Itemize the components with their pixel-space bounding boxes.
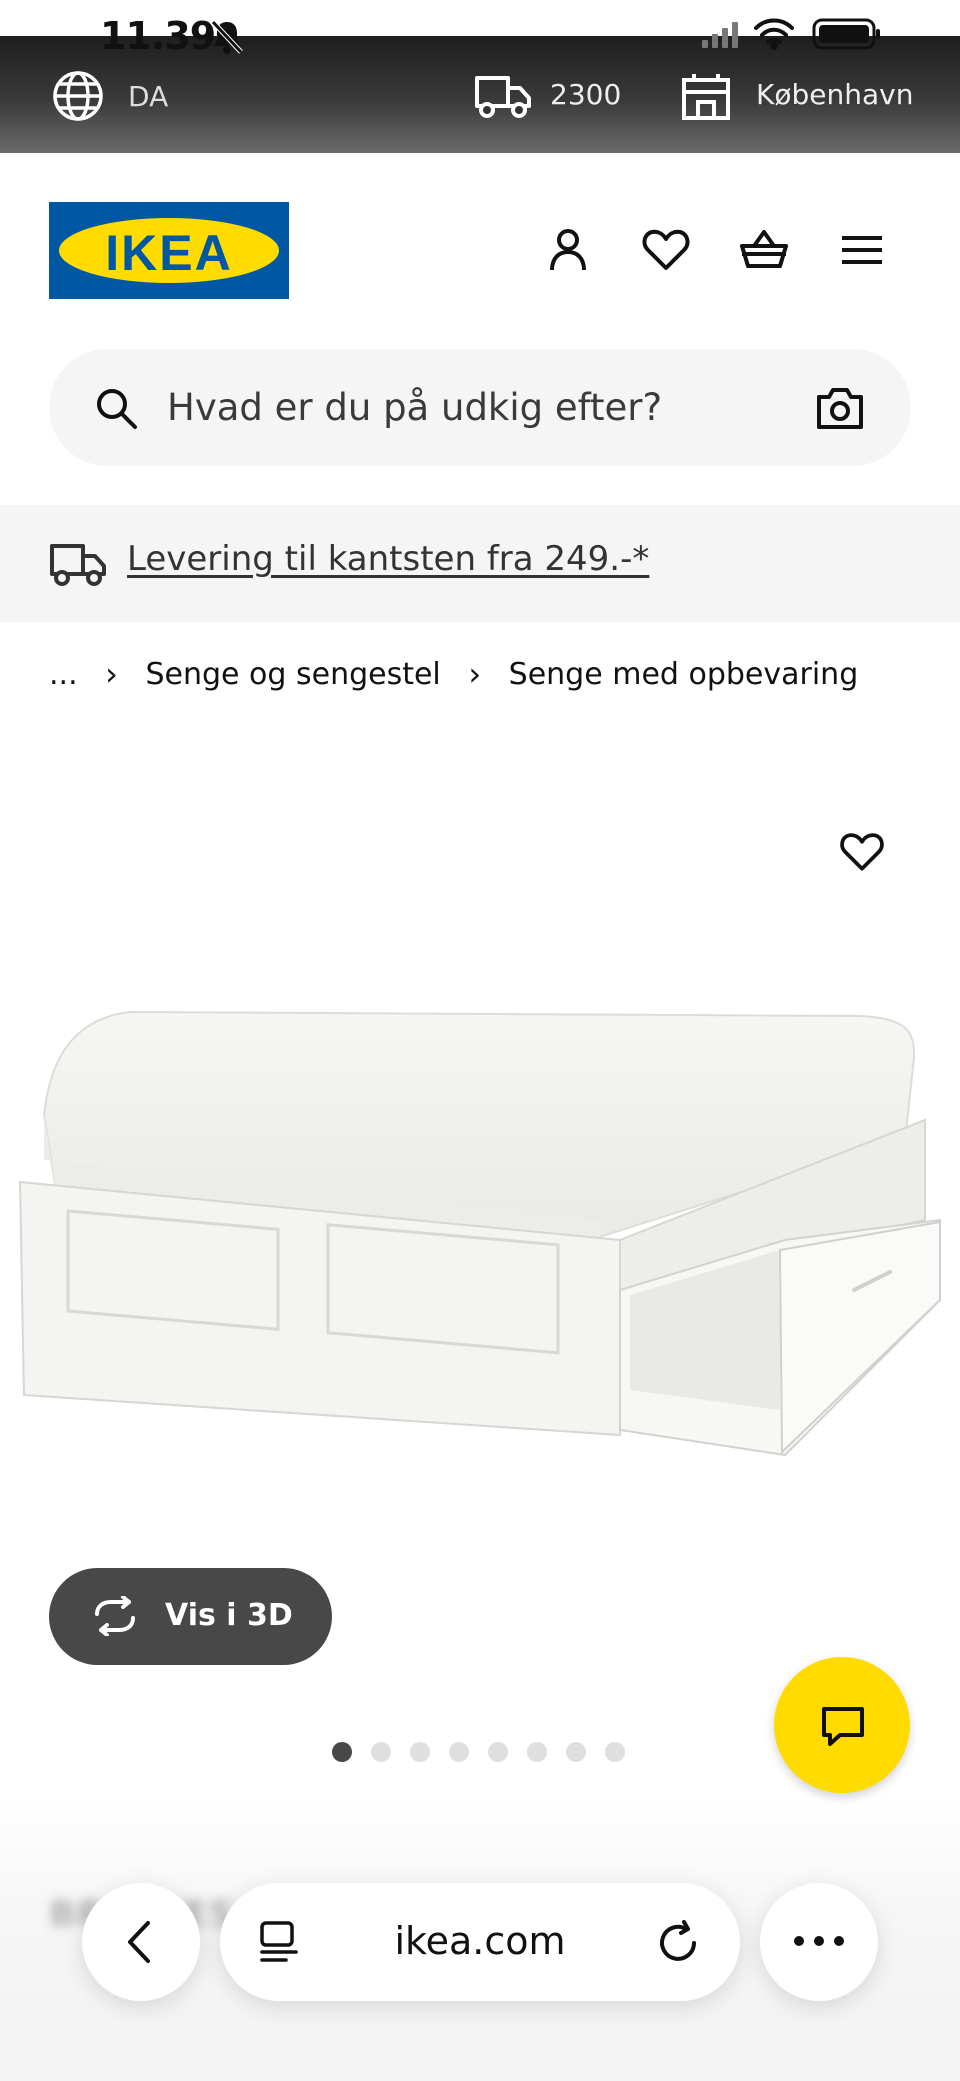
chevron-left-icon — [128, 1921, 150, 1963]
view-3d-label: Vis i 3D — [165, 1598, 293, 1633]
chat-button[interactable] — [774, 1657, 910, 1793]
logo-text: IKEA — [105, 225, 233, 281]
truck-icon[interactable] — [474, 72, 532, 120]
wifi-icon — [754, 18, 794, 50]
delivery-banner: Levering til kantsten fra 249.-* — [0, 505, 960, 622]
back-button[interactable] — [82, 1883, 200, 2001]
camera-icon[interactable] — [815, 385, 865, 431]
carousel-dot[interactable] — [449, 1742, 469, 1762]
carousel-dot[interactable] — [332, 1742, 352, 1762]
cart-icon[interactable] — [736, 222, 792, 278]
signal-icon — [702, 22, 738, 48]
reload-icon[interactable] — [656, 1919, 702, 1965]
battery-icon — [812, 18, 880, 50]
globe-icon[interactable] — [50, 68, 106, 124]
breadcrumb-item-beds[interactable]: Senge og sengestel — [146, 657, 441, 692]
product-image[interactable] — [0, 990, 960, 1470]
search-bar[interactable] — [49, 349, 911, 466]
carousel-dot[interactable] — [410, 1742, 430, 1762]
search-icon[interactable] — [93, 385, 139, 431]
more-icon — [794, 1936, 844, 1946]
address-bar[interactable]: ikea.com — [220, 1883, 740, 2001]
delivery-link[interactable]: Levering til kantsten fra 249.-* — [127, 539, 649, 579]
heart-icon[interactable] — [638, 222, 694, 278]
language-label[interactable]: DA — [128, 80, 168, 113]
postcode-label[interactable]: 2300 — [550, 78, 621, 111]
breadcrumb-ellipsis[interactable]: ... — [49, 657, 78, 692]
account-icon[interactable] — [540, 222, 596, 278]
carousel-dot[interactable] — [488, 1742, 508, 1762]
carousel-dot[interactable] — [566, 1742, 586, 1762]
breadcrumb-item-storage-beds[interactable]: Senge med opbevaring — [509, 657, 859, 692]
breadcrumb: ... › Senge og sengestel › Senge med opb… — [49, 655, 858, 693]
more-options-button[interactable] — [760, 1883, 878, 2001]
status-time: 11.39 — [100, 14, 216, 58]
view-3d-button[interactable]: Vis i 3D — [49, 1568, 332, 1665]
store-label[interactable]: København — [756, 78, 913, 111]
rotate-3d-icon — [95, 1596, 135, 1636]
carousel-dot[interactable] — [527, 1742, 547, 1762]
truck-icon — [50, 544, 106, 586]
chat-icon — [822, 1707, 864, 1746]
chevron-right-icon: › — [105, 655, 118, 693]
search-input[interactable] — [167, 377, 767, 437]
carousel-dot[interactable] — [371, 1742, 391, 1762]
ikea-logo[interactable]: IKEA — [49, 202, 289, 299]
heart-icon[interactable] — [836, 826, 888, 878]
store-icon[interactable] — [680, 70, 732, 122]
carousel-dot[interactable] — [605, 1742, 625, 1762]
bell-muted-icon — [211, 20, 243, 54]
chevron-right-icon: › — [468, 655, 482, 693]
menu-icon[interactable] — [834, 222, 890, 278]
